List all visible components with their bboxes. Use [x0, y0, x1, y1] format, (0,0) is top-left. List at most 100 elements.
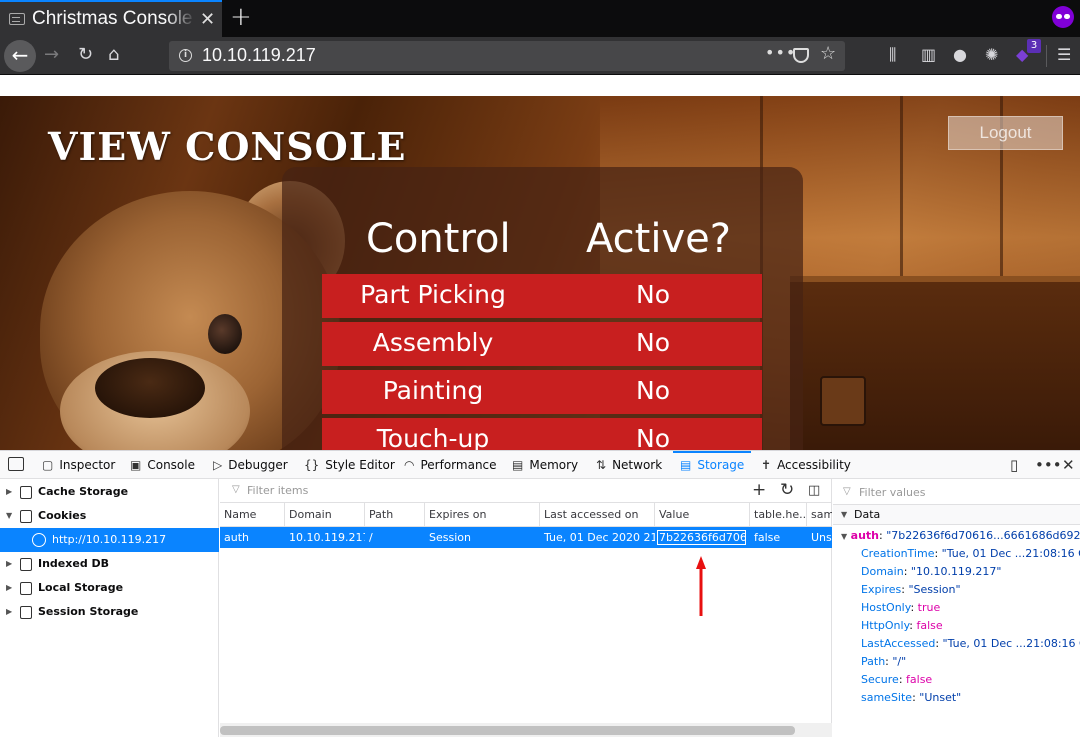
tab-style-editor[interactable]: {} Style Editor: [304, 451, 395, 479]
property-line[interactable]: sameSite: "Unset": [861, 689, 961, 707]
property-line[interactable]: LastAccessed: "Tue, 01 Dec ...21:08:16 G…: [861, 635, 1080, 653]
close-devtools-icon[interactable]: ✕: [1062, 456, 1075, 474]
filter-values-input[interactable]: Filter values: [859, 486, 926, 499]
property-line[interactable]: Expires: "Session": [861, 581, 961, 599]
home-button[interactable]: ⌂: [108, 44, 119, 65]
scrollbar-thumb[interactable]: [220, 726, 795, 735]
filter-items-input[interactable]: Filter items: [247, 484, 308, 497]
responsive-design-icon[interactable]: ▯: [1010, 456, 1018, 474]
property-line[interactable]: CreationTime: "Tue, 01 Dec ...21:08:16 G…: [861, 545, 1080, 563]
tree-item-cache-storage[interactable]: ▶ Cache Storage: [0, 480, 219, 504]
column-header[interactable]: Path: [365, 503, 425, 527]
bookmark-star-icon[interactable]: ☆: [820, 43, 836, 64]
browser-tab[interactable]: Christmas Console ✕: [0, 0, 222, 37]
extension-gear-icon[interactable]: ✺: [985, 45, 998, 64]
performance-icon: ◠: [404, 458, 415, 472]
pocket-icon[interactable]: [793, 48, 809, 63]
expand-arrow-icon[interactable]: ▶: [6, 552, 12, 576]
library-icon[interactable]: ⫼: [889, 45, 896, 65]
refresh-button[interactable]: ↻: [780, 480, 794, 500]
close-tab-icon[interactable]: ✕: [200, 9, 215, 30]
expand-arrow-icon[interactable]: ▶: [6, 480, 12, 504]
collapse-arrow-icon[interactable]: ▼: [841, 505, 847, 525]
horizontal-scrollbar[interactable]: [220, 723, 832, 737]
add-item-button[interactable]: +: [752, 480, 766, 500]
tab-console[interactable]: ▣ Console: [130, 451, 195, 479]
control-name: Assembly: [372, 328, 494, 357]
property-line[interactable]: Domain: "10.10.119.217": [861, 563, 1002, 581]
expand-arrow-icon[interactable]: ▶: [6, 600, 12, 624]
cell-same-site[interactable]: Uns: [807, 527, 832, 548]
filter-items-bar[interactable]: ▽ Filter items + ↻ ◫: [220, 479, 832, 503]
tab-debugger[interactable]: ▷ Debugger: [213, 451, 288, 479]
sidebar-toggle-icon[interactable]: ▥: [921, 45, 936, 64]
database-icon: [20, 582, 32, 595]
tree-item-label: Local Storage: [38, 581, 124, 594]
tab-storage[interactable]: ▤ Storage: [673, 451, 752, 479]
property-line[interactable]: Secure: false: [861, 671, 932, 689]
data-section-label: Data: [854, 508, 881, 521]
data-section-header[interactable]: ▼ Data: [833, 505, 1080, 525]
auth-entry[interactable]: ▼ auth: "7b22636f6d70616...6661686d69227…: [841, 527, 1080, 546]
column-header[interactable]: Domain: [285, 503, 365, 527]
inspector-icon: ▢: [42, 458, 54, 472]
collapse-arrow-icon[interactable]: ▼: [6, 504, 12, 528]
column-header[interactable]: Expires on: [425, 503, 540, 527]
expand-arrow-icon[interactable]: ▶: [6, 576, 12, 600]
collapse-arrow-icon[interactable]: ▼: [841, 532, 847, 541]
back-button[interactable]: ←: [4, 40, 36, 72]
cell-last-accessed[interactable]: Tue, 01 Dec 2020 21...: [540, 527, 655, 548]
tree-item-label: http://10.10.119.217: [52, 533, 167, 546]
column-header[interactable]: Value: [655, 503, 750, 527]
reload-button[interactable]: ↻: [78, 44, 93, 65]
cell-value-text[interactable]: 7b22636f6d7061: [658, 531, 745, 544]
storage-tree: ▶ Cache Storage ▼ Cookies http://10.10.1…: [0, 479, 219, 737]
cell-name[interactable]: auth: [220, 527, 285, 548]
column-header[interactable]: Name: [220, 503, 285, 527]
column-header[interactable]: Last accessed on: [540, 503, 655, 527]
tab-label: Accessibility: [777, 458, 851, 472]
cell-value-editor[interactable]: 7b22636f6d7061: [656, 529, 747, 546]
filter-values-bar[interactable]: ▽ Filter values: [833, 479, 1080, 505]
filter-icon: ▽: [232, 484, 240, 495]
tree-item-cookies[interactable]: ▼ Cookies: [0, 504, 219, 528]
cell-http-only[interactable]: false: [750, 527, 807, 548]
tab-inspector[interactable]: ▢ Inspector: [42, 451, 115, 479]
table-header: Name Domain Path Expires on Last accesse…: [220, 503, 832, 527]
cell-domain[interactable]: 10.10.119.217: [285, 527, 365, 548]
url-bar[interactable]: i 10.10.119.217 ••• ☆: [169, 41, 845, 71]
tree-item-label: Cache Storage: [38, 485, 129, 498]
tab-memory[interactable]: ▤ Memory: [512, 451, 578, 479]
tab-accessibility[interactable]: ✝ Accessibility: [761, 451, 851, 479]
account-icon[interactable]: ●: [953, 45, 967, 64]
site-info-icon[interactable]: i: [179, 49, 192, 62]
forward-button[interactable]: →: [44, 44, 59, 65]
tree-item-indexed-db[interactable]: ▶ Indexed DB: [0, 552, 219, 576]
cell-path[interactable]: /: [365, 527, 425, 548]
page-actions-icon[interactable]: •••: [765, 43, 796, 62]
tree-item-local-storage[interactable]: ▶ Local Storage: [0, 576, 219, 600]
database-icon: [20, 558, 32, 571]
cell-expires[interactable]: Session: [425, 527, 540, 548]
property-line[interactable]: Path: "/": [861, 653, 906, 671]
property-value: "10.10.119.217": [910, 565, 1002, 578]
toggle-sidebar-icon[interactable]: ◫: [808, 483, 820, 498]
url-text[interactable]: 10.10.119.217: [202, 45, 316, 66]
control-status: No: [636, 424, 670, 450]
property-key: Domain: [861, 565, 904, 578]
column-header[interactable]: sam: [807, 503, 832, 527]
tree-item-host[interactable]: http://10.10.119.217: [0, 528, 219, 552]
new-tab-button[interactable]: +: [230, 2, 252, 32]
property-line[interactable]: HttpOnly: false: [861, 617, 943, 635]
control-column-header: Control: [366, 216, 511, 262]
tab-network[interactable]: ⇅ Network: [596, 451, 662, 479]
property-line[interactable]: HostOnly: true: [861, 599, 940, 617]
logout-button[interactable]: Logout: [948, 116, 1063, 150]
column-header[interactable]: table.he...: [750, 503, 807, 527]
tree-item-session-storage[interactable]: ▶ Session Storage: [0, 600, 219, 624]
table-row[interactable]: auth 10.10.119.217 / Session Tue, 01 Dec…: [220, 527, 832, 548]
element-picker-icon[interactable]: [8, 457, 24, 471]
hamburger-menu-icon[interactable]: ☰: [1057, 45, 1071, 64]
tab-performance[interactable]: ◠ Performance: [404, 451, 497, 479]
more-options-icon[interactable]: •••: [1035, 456, 1062, 474]
